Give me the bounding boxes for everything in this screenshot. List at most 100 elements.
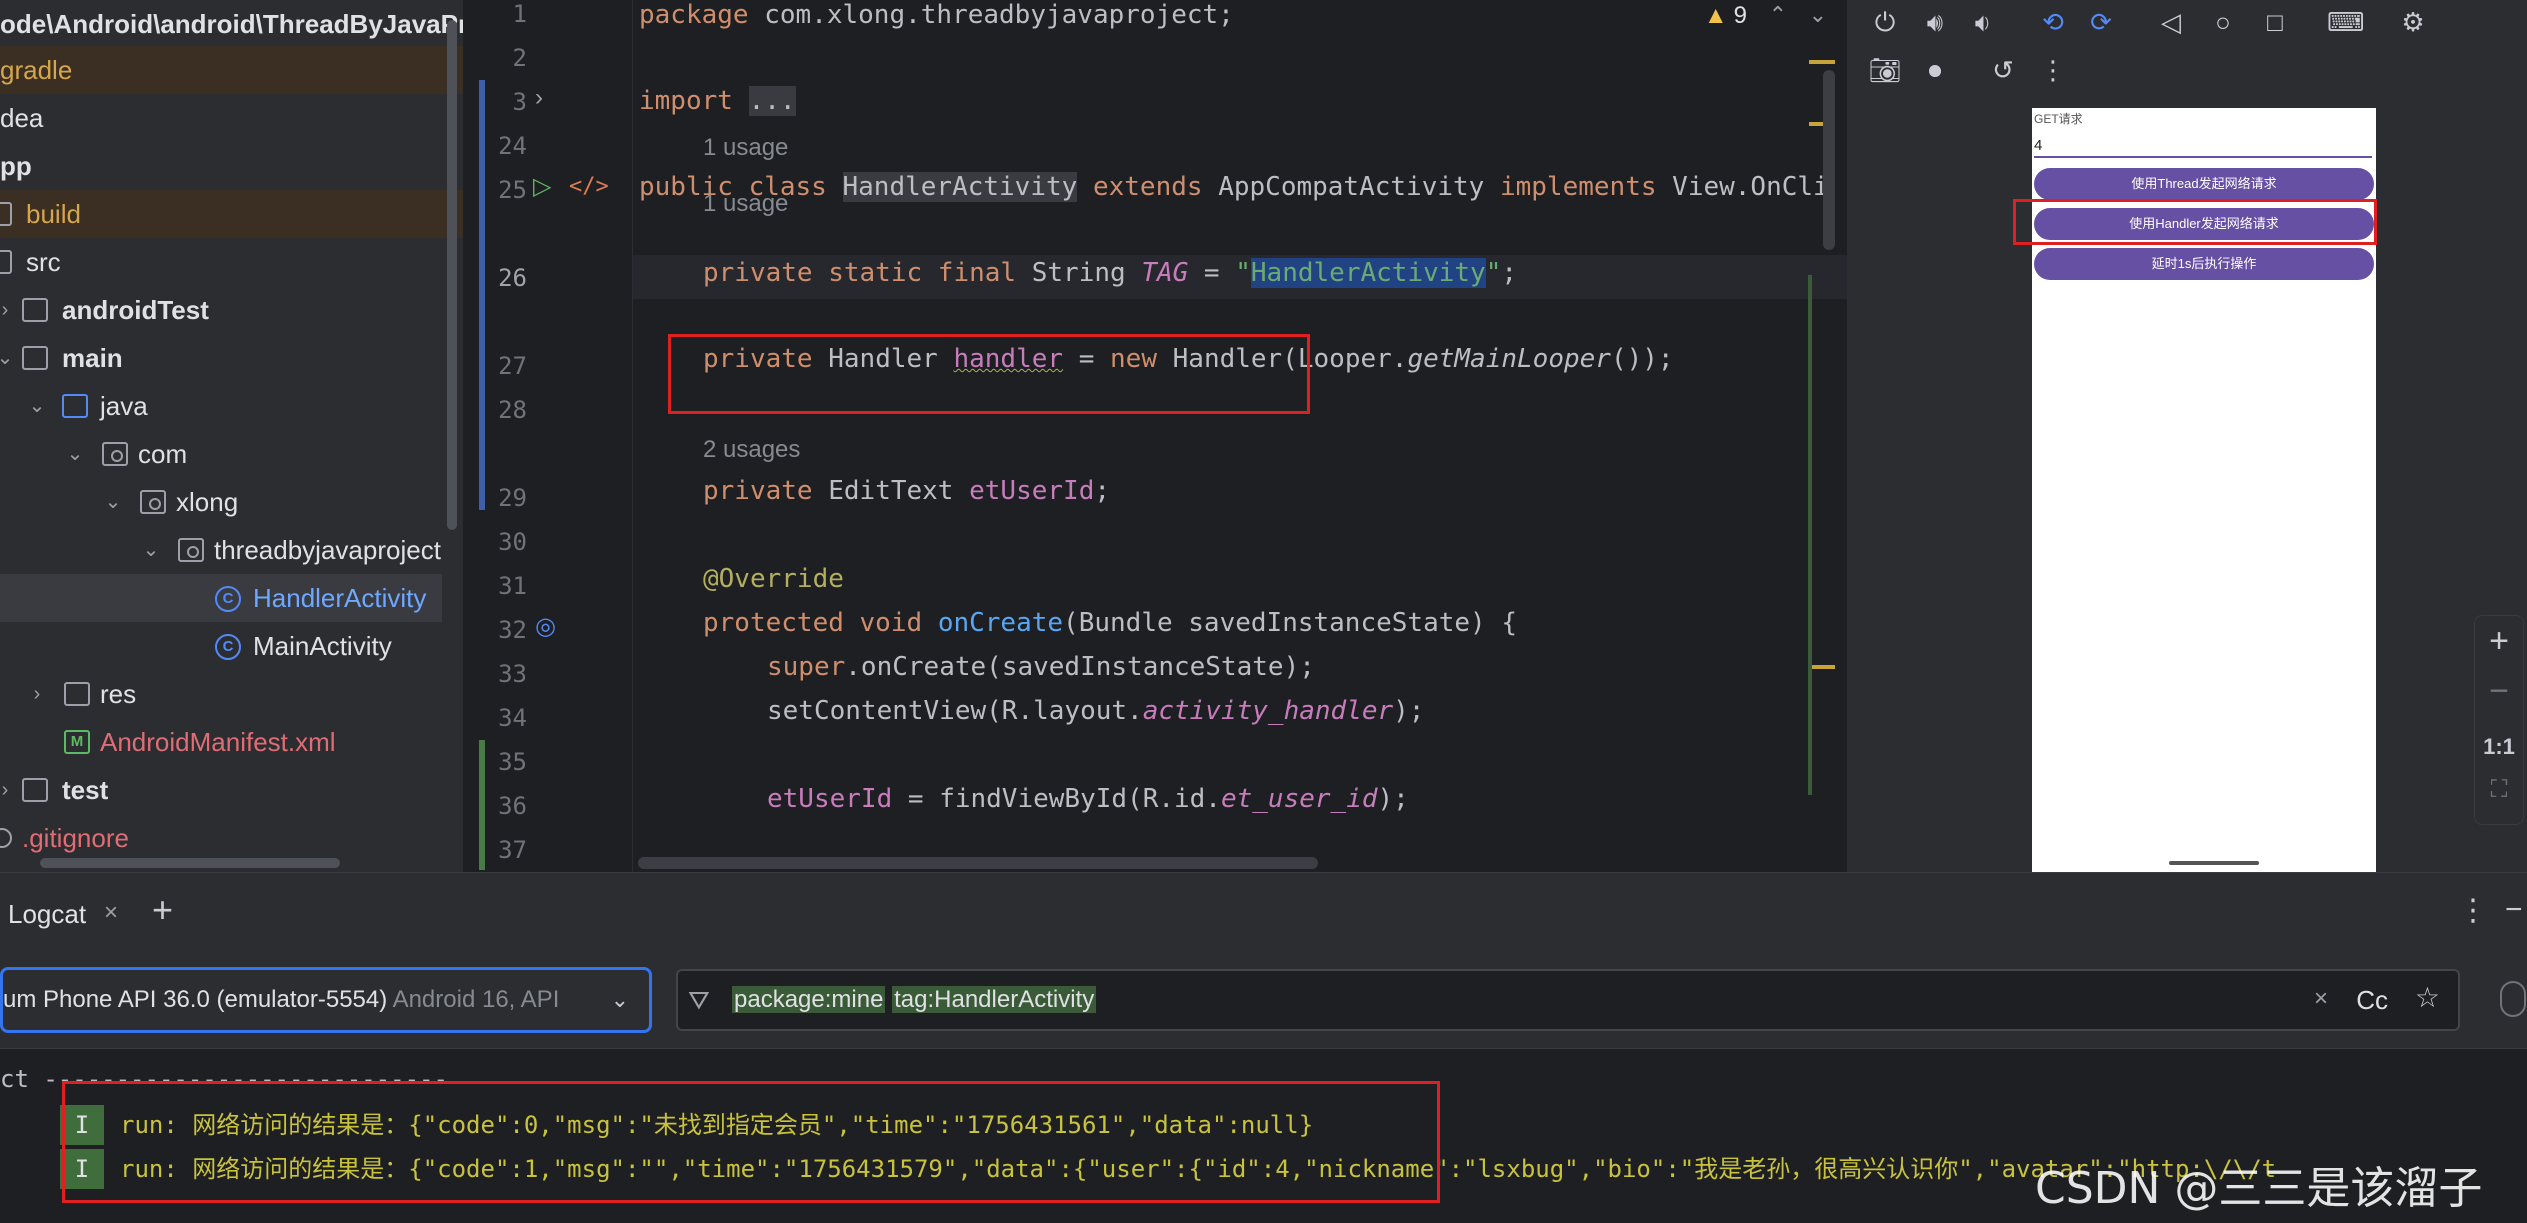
snapshot-history-icon[interactable]: ↺ xyxy=(1985,52,2021,88)
zoom-controls: + − 1:1 ⛶ xyxy=(2474,615,2524,825)
code-line-29: private EditText etUserId; xyxy=(703,476,1111,506)
keyboard-icon[interactable]: ⌨ xyxy=(2327,4,2365,40)
more-options-icon[interactable]: ⋮ xyxy=(2458,893,2488,928)
chevron-right-icon[interactable]: › xyxy=(0,766,16,814)
usage-hint[interactable]: 1 usage xyxy=(703,134,788,162)
power-icon[interactable]: ⏻ xyxy=(1867,4,1903,40)
home-icon[interactable]: ○ xyxy=(2205,4,2241,40)
tree-vertical-scrollbar[interactable] xyxy=(447,20,457,530)
code-tag-icon[interactable]: </> xyxy=(569,174,609,199)
more-options-icon[interactable]: ⋮ xyxy=(2035,52,2071,88)
tree-item-threadbyjavaproject[interactable]: ⌄ threadbyjavaproject xyxy=(0,526,463,574)
code-line-32: protected void onCreate(Bundle savedInst… xyxy=(703,608,1517,638)
tree-item-handleractivity[interactable]: C HandlerActivity xyxy=(0,574,442,622)
chevron-down-icon[interactable]: ⌄ xyxy=(64,430,86,478)
folder-icon xyxy=(0,202,12,226)
manifest-icon: M xyxy=(64,730,90,754)
chevron-down-icon[interactable]: ⌄ xyxy=(26,382,48,430)
editor-horizontal-scrollbar[interactable] xyxy=(638,857,1318,869)
tree-item-src[interactable]: src xyxy=(0,238,463,286)
tree-item-xlong[interactable]: ⌄ xlong xyxy=(0,478,463,526)
rotate-right-icon[interactable]: ⟳ xyxy=(2083,4,2119,40)
tree-item-test[interactable]: › test xyxy=(0,766,463,814)
tab-logcat[interactable]: Logcat xyxy=(8,899,86,930)
tree-item-res[interactable]: › res xyxy=(0,670,463,718)
tree-item-app[interactable]: pp xyxy=(0,142,463,190)
zoom-reset-button[interactable]: 1:1 xyxy=(2475,734,2523,760)
editor-vertical-scrollbar[interactable] xyxy=(1823,70,1835,250)
package-icon xyxy=(140,490,166,514)
match-case-toggle[interactable]: Cc xyxy=(2356,985,2388,1016)
zoom-in-icon[interactable]: + xyxy=(2475,622,2523,661)
next-highlight-icon[interactable]: ⌄ xyxy=(1809,2,1827,28)
chevron-down-icon[interactable]: ⌄ xyxy=(102,478,124,526)
zoom-out-icon[interactable]: − xyxy=(2475,672,2523,711)
clear-filter-icon[interactable]: × xyxy=(2314,985,2328,1013)
chevron-down-icon[interactable]: ⌄ xyxy=(0,334,16,382)
override-icon[interactable]: ◎ xyxy=(535,612,556,641)
package-icon xyxy=(178,538,204,562)
tree-item-mainactivity[interactable]: C MainActivity xyxy=(0,622,463,670)
request-label: GET请求 xyxy=(2034,112,2083,126)
usage-hint[interactable]: 2 usages xyxy=(703,436,800,464)
volume-down-icon[interactable]: 🔉︎ xyxy=(1965,4,2001,40)
thread-request-button[interactable]: 使用Thread发起网络请求 xyxy=(2034,168,2374,200)
class-icon: C xyxy=(215,634,241,660)
code-editor[interactable]: 1 2 3 24 25 26 27 28 29 30 31 32 33 34 3… xyxy=(463,0,1847,872)
folder-icon xyxy=(22,778,48,802)
tree-horizontal-scrollbar[interactable] xyxy=(40,858,340,868)
run-icon[interactable]: ▷ xyxy=(533,172,551,201)
record-video-icon[interactable]: ⏺ xyxy=(1917,52,1953,88)
tree-item-java[interactable]: ⌄ java xyxy=(0,382,463,430)
tree-item-label: xlong xyxy=(176,487,239,517)
add-tab-icon[interactable]: + xyxy=(152,889,173,931)
rotate-left-icon[interactable]: ⟲ xyxy=(2035,4,2071,40)
line-number: 33 xyxy=(498,660,527,688)
tree-item-com[interactable]: ⌄ com xyxy=(0,430,463,478)
line-number: 35 xyxy=(498,748,527,776)
watermark: CSDN @三三是该溜子 xyxy=(2035,1163,2483,1214)
tree-item-androidmanifest[interactable]: M AndroidManifest.xml xyxy=(0,718,463,766)
tree-item-build[interactable]: build xyxy=(0,190,463,238)
annotation-box-handler-button xyxy=(2013,199,2377,245)
logcat-tab-bar: Logcat × + ⋮ − xyxy=(0,873,2527,953)
device-name: um Phone API 36.0 (emulator-5554) xyxy=(3,986,388,1013)
delay-button[interactable]: 延时1s后执行操作 xyxy=(2034,248,2374,280)
inspection-widget[interactable]: ▲ 9 xyxy=(1704,2,1747,30)
camera-icon[interactable]: 📷︎ xyxy=(1867,52,1903,88)
fold-chevron-icon[interactable]: › xyxy=(535,84,543,112)
code-line-1: package com.xlong.threadbyjavaproject; xyxy=(639,0,1234,30)
folder-icon xyxy=(22,346,48,370)
tree-item-label: androidTest xyxy=(62,295,209,325)
device-selector[interactable]: um Phone API 36.0 (emulator-5554) Androi… xyxy=(0,967,652,1033)
device-version: Android 16, API xyxy=(392,986,560,1013)
line-number: 1 xyxy=(512,0,527,28)
tree-item-main[interactable]: ⌄ main xyxy=(0,334,463,382)
filter-options-icon[interactable] xyxy=(2500,981,2526,1017)
close-icon[interactable]: × xyxy=(104,899,118,927)
filter-token: package:mine xyxy=(732,986,886,1013)
back-icon[interactable]: ◁ xyxy=(2153,4,2189,40)
tree-item-androidtest[interactable]: › androidTest xyxy=(0,286,463,334)
tree-item-gradle[interactable]: gradle xyxy=(0,46,463,94)
tree-item-gitignore[interactable]: .gitignore xyxy=(0,814,463,862)
favorite-filter-icon[interactable]: ☆ xyxy=(2415,981,2440,1014)
chevron-down-icon[interactable]: ⌄ xyxy=(140,526,162,574)
warning-count: 9 xyxy=(1733,2,1747,29)
overview-icon[interactable]: □ xyxy=(2257,4,2293,40)
filter-query[interactable]: package:mine tag:HandlerActivity xyxy=(732,983,1097,1017)
usage-hint[interactable]: 1 usage xyxy=(703,190,788,218)
chevron-right-icon[interactable]: › xyxy=(0,286,16,334)
minimize-icon[interactable]: − xyxy=(2505,893,2523,927)
fit-screen-icon[interactable]: ⛶ xyxy=(2475,776,2523,804)
previous-highlight-icon[interactable]: ⌃ xyxy=(1769,2,1787,28)
filter-icon: ⛛ xyxy=(688,985,710,1015)
device-settings-icon[interactable]: ⚙ xyxy=(2395,4,2431,40)
tree-item-idea[interactable]: dea xyxy=(0,94,463,142)
volume-up-icon[interactable]: 🔊︎ xyxy=(1917,4,1953,40)
filter-token: tag:HandlerActivity xyxy=(892,986,1097,1013)
chevron-right-icon[interactable]: › xyxy=(26,670,48,718)
logcat-filter[interactable]: ⛛ package:mine tag:HandlerActivity × Cc … xyxy=(676,969,2460,1031)
gesture-bar xyxy=(2169,861,2259,865)
user-id-input[interactable]: 4 xyxy=(2034,134,2372,158)
